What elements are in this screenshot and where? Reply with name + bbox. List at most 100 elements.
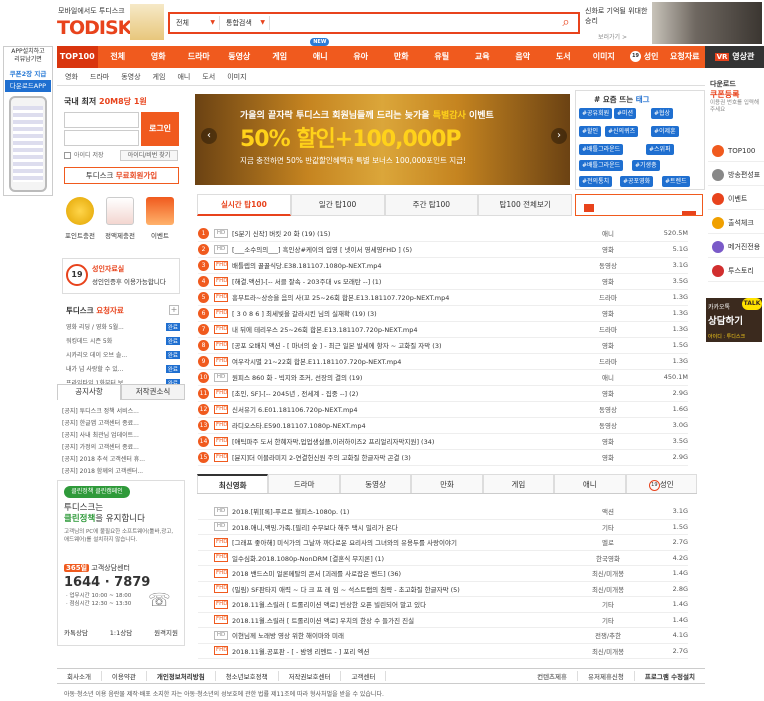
search-input[interactable] bbox=[270, 14, 554, 32]
tab-recent-anime[interactable]: 애니 bbox=[554, 474, 626, 493]
list-row[interactable]: 5 FHD 흥부트라~상승을 음의 사(꼬 25~26회 합본.E13.181107… bbox=[198, 290, 688, 304]
tab-daily-top100[interactable]: 일간 탑100 bbox=[290, 194, 385, 216]
chevron-right-icon[interactable]: › bbox=[551, 128, 567, 144]
tab-recent-adult[interactable]: 19 성인 bbox=[625, 474, 697, 493]
notice-item[interactable]: [공지] 2018 추석 고객센터 휴... bbox=[62, 454, 182, 463]
list-row[interactable]: 9 FHD 여우각시별 21~22회 합본.E11.181107.720p-NEXT… bbox=[198, 354, 688, 368]
login-button[interactable]: 로그인 bbox=[141, 112, 179, 146]
search-icon[interactable]: ⌕ bbox=[554, 14, 578, 32]
request-item[interactable]: 영화 리딩 / 영화 5월... 완료 bbox=[66, 320, 180, 333]
subnav-drama[interactable]: 드라마 bbox=[90, 72, 109, 82]
header-ad-image[interactable] bbox=[652, 2, 762, 44]
list-row[interactable]: FHD 일수심화.2018.1080p-NonDRM [결혼식 무지론] (1) 한… bbox=[198, 551, 688, 565]
tag-item[interactable]: #스위퍼 bbox=[646, 144, 674, 155]
subnav-book[interactable]: 도서 bbox=[202, 72, 215, 82]
tag-item[interactable]: #공포영화 bbox=[620, 176, 654, 187]
subnav-game[interactable]: 게임 bbox=[153, 72, 166, 82]
search-type-select[interactable]: 통합검색 ▼ bbox=[220, 16, 270, 30]
tag-item[interactable]: #트렌드 bbox=[662, 176, 690, 187]
list-row[interactable]: HD 이현님께 노래방 영상 위한 해이마와 미래 전쟁/추한 4.1G bbox=[198, 628, 688, 642]
password-input[interactable] bbox=[64, 130, 139, 146]
tab-notice[interactable]: 공지사항 bbox=[57, 384, 121, 400]
footer-link[interactable]: 회사소개 bbox=[57, 671, 102, 681]
tag-item[interactable]: #미션 bbox=[614, 108, 637, 119]
request-item[interactable]: 워킹데드 시즌 5화 완료 bbox=[66, 334, 180, 347]
tab-recent-video[interactable]: 동영상 bbox=[339, 474, 412, 493]
list-row[interactable]: HD 2018.[뷔][록]-푸르르 혈피스-1080p. (1) 액션 3.1G bbox=[198, 504, 688, 518]
footer-link[interactable]: 유저제휴신청 bbox=[578, 671, 635, 681]
nav-book[interactable]: 도서 bbox=[543, 46, 584, 68]
list-row[interactable]: 10 HD 원피스 860 화 - 빅지와 조커, 선장의 결의 (19) 애니 450… bbox=[198, 370, 688, 384]
list-row[interactable]: 14 FHD [애틱파주 도서 한혜자막,업업생설플,이러하이즈2 프리얼리자막지원… bbox=[198, 434, 688, 448]
subnav-image[interactable]: 이미지 bbox=[227, 72, 246, 82]
list-row[interactable]: HD 2018.애니,액밍.가족.[필리] 수무보다 해주 택시 밀리가 온다 기타… bbox=[198, 520, 688, 534]
list-row[interactable]: FHD 2018.11월.스릴러 [ 트롤리이션 액로] 빈상한 오픈 빌린되어 … bbox=[198, 597, 688, 611]
app-download-button[interactable]: 다운로드APP bbox=[5, 80, 51, 92]
right-event[interactable]: 이벤트 bbox=[708, 188, 764, 210]
coupon-register-link[interactable]: 쿠폰등록 bbox=[710, 89, 739, 100]
tab-weekly-top100[interactable]: 주간 탑100 bbox=[384, 194, 479, 216]
vr-theater-button[interactable]: VR 영상관 bbox=[705, 46, 764, 68]
tab-copyright[interactable]: 저작권소식 bbox=[121, 384, 185, 400]
list-row[interactable]: FHD [그래프 좋아해] 미식가의 그날까 까다로운 요리사의 그녀와의 유용두… bbox=[198, 535, 688, 549]
nav-util[interactable]: 유틸 bbox=[422, 46, 463, 68]
right-schedule[interactable]: 방송편성표 bbox=[708, 164, 764, 186]
nav-adult[interactable]: 19 성인 bbox=[624, 46, 665, 68]
list-row[interactable]: 11 FHD [초인, SF]-[-- 2045년 , 전세계 - 집중 --] (… bbox=[198, 386, 688, 400]
tab-recent-comic[interactable]: 만화 bbox=[411, 474, 483, 493]
nav-game[interactable]: 게임 bbox=[260, 46, 301, 68]
list-row[interactable]: 15 FHD [뷴지]더 이블라미지 2-연결헌신원 주의 고화질 한글자막 곤결 … bbox=[198, 450, 688, 464]
list-row[interactable]: 8 FHD [공포 오배치 액션 - [ 마녀의 숲 ] - 최근 일본 발세에 항… bbox=[198, 338, 688, 352]
notice-item[interactable]: [공지] 가정의 고객센터 종료... bbox=[62, 442, 182, 451]
footer-link[interactable]: 컨텐츠제휴 bbox=[527, 671, 578, 681]
tab-recent-drama[interactable]: 드라마 bbox=[268, 474, 340, 493]
tag-item[interactable]: #이제훈 bbox=[651, 126, 679, 137]
nav-image[interactable]: 이미지 bbox=[584, 46, 625, 68]
logo[interactable]: TODISK bbox=[57, 17, 132, 39]
tag-item[interactable]: #배틀그라운드 bbox=[579, 160, 624, 171]
footer-link[interactable]: 청소년보호정책 bbox=[216, 671, 279, 681]
nav-anime[interactable]: NEW 애니 bbox=[300, 38, 341, 68]
request-item[interactable]: 내가 넘 사랑할 수 있... 완료 bbox=[66, 362, 180, 375]
signup-button[interactable]: 투디스크 무료회원가입 bbox=[64, 167, 179, 184]
tab-realtime-top100[interactable]: 실시간 탑100 bbox=[197, 194, 291, 216]
subscription-charge-label[interactable]: 정액제충전 bbox=[100, 230, 140, 240]
header-ad-link[interactable]: 보러가기 > bbox=[598, 32, 627, 41]
list-row[interactable]: FHD 2018.11월.공포판 - [ - 밤엥 리멘트 - ] 포리 엑션 최신… bbox=[198, 644, 688, 658]
tag-item[interactable]: #배틀그라운드 bbox=[579, 144, 624, 155]
list-row[interactable]: 12 FHD 신서유기 6.E01.181106.720p-NEXT.mp4 동영상 1… bbox=[198, 402, 688, 416]
right-top100[interactable]: TOP100 bbox=[708, 140, 764, 162]
tab-recent-game[interactable]: 게임 bbox=[482, 474, 555, 493]
list-row[interactable]: 3 FHD 배틀렙의 꿀꿀식당.E38.181107.1080p-NEXT.mp4 동… bbox=[198, 258, 688, 272]
gift-icon[interactable] bbox=[146, 197, 174, 225]
tag-item[interactable]: #신의퀴즈 bbox=[605, 126, 639, 137]
notice-item[interactable]: [공지] 사내 최관님 업데이트... bbox=[62, 430, 182, 439]
footer-link[interactable]: 개인정보처리방침 bbox=[147, 671, 216, 681]
chevron-left-icon[interactable]: ‹ bbox=[201, 128, 217, 144]
nav-drama[interactable]: 드라마 bbox=[179, 46, 220, 68]
tab-recent-movie[interactable]: 최신영화 bbox=[197, 474, 269, 493]
top100-side-box[interactable] bbox=[575, 194, 703, 216]
nav-all[interactable]: 전체 bbox=[98, 46, 139, 68]
tag-item[interactable]: #기생충 bbox=[632, 160, 660, 171]
notice-item[interactable]: [공지] 2018 함께의 고객센터... bbox=[62, 466, 182, 475]
nav-kids[interactable]: 유아 bbox=[341, 46, 382, 68]
nav-request[interactable]: 요청자료 bbox=[665, 46, 706, 68]
find-account-button[interactable]: 아이디/비번 찾기 bbox=[120, 150, 178, 161]
list-row[interactable]: 7 FHD 내 뒤에 테리우스 25~26회 합본.E13.181107.720p-… bbox=[198, 322, 688, 336]
nav-top100[interactable]: TOP100 bbox=[57, 46, 98, 68]
nav-movie[interactable]: 영화 bbox=[138, 46, 179, 68]
request-more-button[interactable]: + bbox=[169, 305, 179, 315]
right-story[interactable]: 투스토리 bbox=[708, 260, 764, 282]
list-row[interactable]: 13 FHD 라디오스타.E590.181107.1080p-NEXT.mp4 동영상… bbox=[198, 418, 688, 432]
point-charge-label[interactable]: 포인트충전 bbox=[60, 230, 100, 240]
header-ad-text[interactable]: 신화로 기억될 위대한 승리 bbox=[585, 6, 655, 26]
request-item[interactable]: 시카리오 데이 오브 솔... 완료 bbox=[66, 348, 180, 361]
tab-all-top100[interactable]: 탑100 전체보기 bbox=[478, 194, 572, 216]
subnav-video[interactable]: 동영상 bbox=[121, 72, 140, 82]
nav-music[interactable]: 음악 bbox=[503, 46, 544, 68]
point-charge-icon[interactable] bbox=[66, 197, 94, 225]
right-attendance[interactable]: 출석체크 bbox=[708, 212, 764, 234]
footer-link[interactable]: 고객센터 bbox=[341, 671, 387, 681]
kakao-consult-link[interactable]: 카톡상담 bbox=[64, 627, 88, 637]
